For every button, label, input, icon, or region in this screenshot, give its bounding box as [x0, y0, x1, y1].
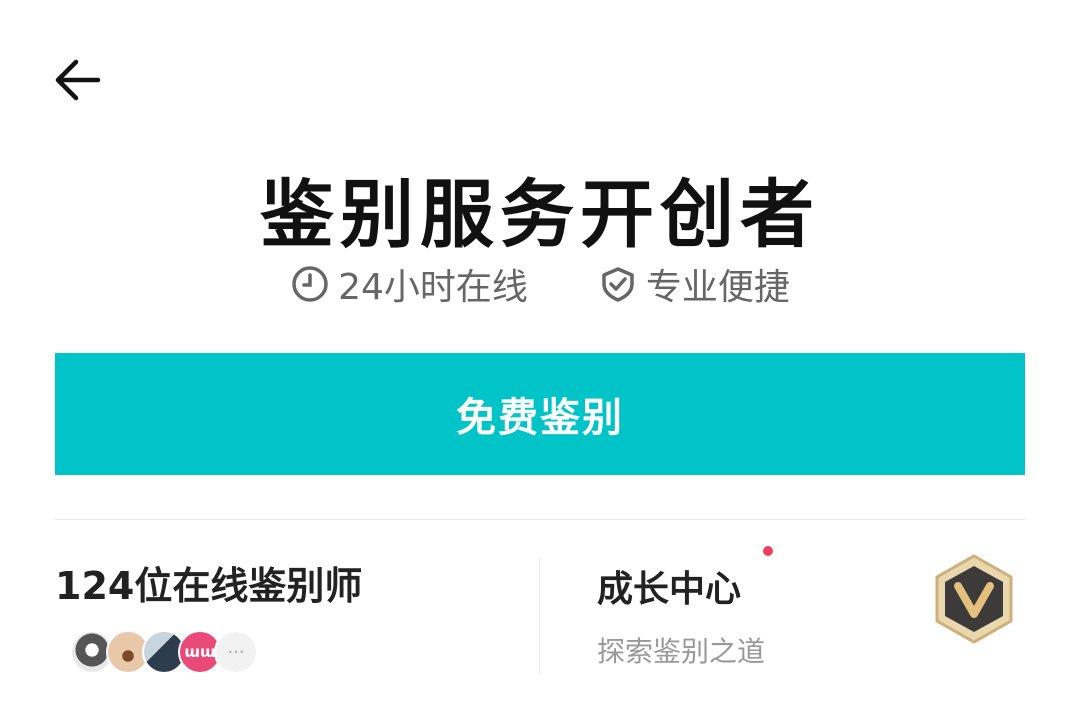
- feature-professional-label: 专业便捷: [645, 267, 790, 308]
- arrow-left-icon: [55, 59, 101, 101]
- growth-center-card[interactable]: 成长中心 探索鉴别之道: [597, 546, 1027, 670]
- growth-center-title: 成长中心: [597, 569, 742, 610]
- back-button[interactable]: [50, 52, 106, 108]
- feature-professional: 专业便捷: [598, 258, 790, 310]
- v-badge-icon: [927, 552, 1021, 646]
- feature-online-label: 24小时在线: [338, 267, 528, 308]
- shield-check-icon: [602, 267, 634, 302]
- online-appraisers-count: 124位在线鉴别师: [55, 564, 363, 608]
- clock-icon: [292, 266, 328, 302]
- notification-dot: [763, 546, 773, 556]
- more-avatars-icon: ···: [214, 630, 258, 674]
- feature-list: 24小时在线 专业便捷: [0, 258, 1080, 310]
- growth-center-subtitle: 探索鉴别之道: [597, 635, 766, 668]
- page-title: 鉴别服务开创者: [260, 172, 820, 258]
- divider-vertical: [539, 557, 540, 675]
- feature-online: 24小时在线: [290, 258, 528, 310]
- divider: [55, 519, 1025, 520]
- appraiser-avatars[interactable]: ɯɯ ···: [70, 630, 258, 674]
- free-authenticate-button[interactable]: 免费鉴别: [55, 353, 1025, 475]
